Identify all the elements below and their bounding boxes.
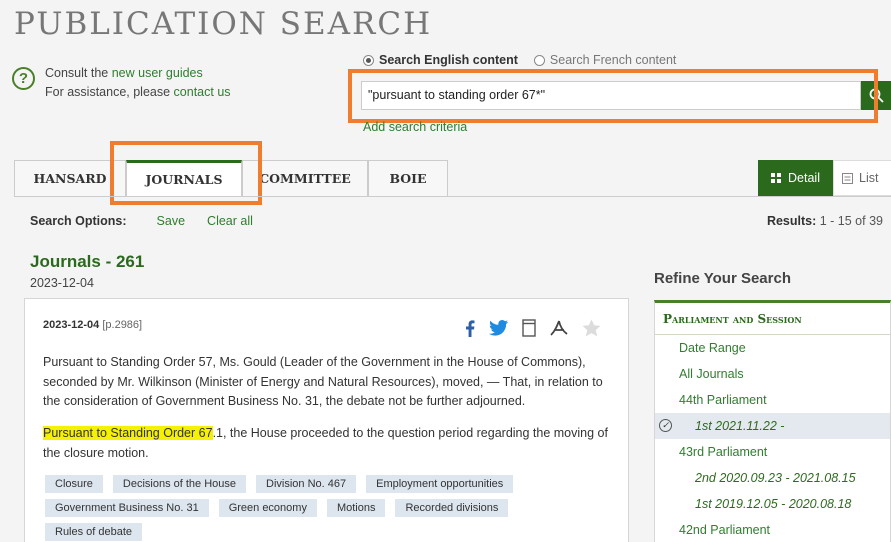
save-search-link[interactable]: Save [157,214,186,228]
facebook-icon[interactable] [465,319,475,337]
bookmark-icon[interactable] [522,319,536,337]
facet-header[interactable]: Parliament and Session [655,303,890,335]
tag-motions[interactable]: Motions [326,499,386,517]
tag-division-no-467[interactable]: Division No. 467 [256,475,357,493]
clear-all-link[interactable]: Clear all [207,214,253,228]
facet-title: Parliament and Session [663,311,802,326]
facet-42nd-parliament[interactable]: 42nd Parliament [655,517,890,542]
tag-closure[interactable]: Closure [45,475,103,493]
result-card: 2023-12-04 [p.2986] Pursuant to Standing… [24,298,629,542]
search-english-radio[interactable]: Search English content [363,53,518,67]
radio-unselected-icon [533,54,545,66]
help-text: Consult the new user guides For assistan… [45,64,231,102]
tag-government-business-no-31[interactable]: Government Business No. 31 [45,499,209,517]
pdf-icon[interactable] [550,320,568,337]
list-view-button[interactable]: List [833,160,891,196]
facet-43-1st-session[interactable]: 1st 2019.12.05 - 2020.08.18 [655,491,890,517]
detail-view-label: Detail [788,171,820,185]
search-english-label: Search English content [379,53,518,67]
list-icon [842,172,853,184]
results-label: Results: [766,214,817,228]
user-guides-link[interactable]: new user guides [112,66,203,80]
contact-us-link[interactable]: contact us [174,85,231,99]
search-french-radio[interactable]: Search French content [533,53,677,67]
add-search-criteria-link[interactable]: Add search criteria [363,120,467,134]
tag-green-economy[interactable]: Green economy [218,499,317,517]
tag-rules-of-debate[interactable]: Rules of debate [45,523,143,541]
check-circle-icon: ✓ [659,419,672,432]
refine-search-title: Refine Your Search [654,270,791,287]
facet-44th-parliament[interactable]: 44th Parliament [655,387,890,413]
search-options-bar: Search Options: Save Clear all [30,214,275,228]
facet-43rd-parliament[interactable]: 43rd Parliament [655,439,890,465]
facet-date-range[interactable]: Date Range [655,335,890,361]
parliament-session-facet: Parliament and Session Date Range All Jo… [654,300,891,542]
twitter-icon[interactable] [489,320,508,336]
card-actions [465,319,615,337]
list-view-label: List [859,171,879,185]
facet-all-journals[interactable]: All Journals [655,361,890,387]
detail-view-button[interactable]: Detail [758,160,833,196]
tag-employment-opportunities[interactable]: Employment opportunities [366,475,514,493]
tag-recorded-divisions[interactable]: Recorded divisions [395,499,509,517]
highlighted-match: Pursuant to Standing Order 67 [43,426,213,440]
search-highlight-box [348,69,878,123]
help-line2-text: For assistance, please [45,85,174,99]
facet-44-1st-session[interactable]: ✓ 1st 2021.11.22 - [655,413,890,439]
tab-boie[interactable]: BOIE [368,160,448,196]
page-title: PUBLICATION SEARCH [14,6,433,42]
search-options-label: Search Options: [30,214,127,228]
result-date: 2023-12-04 [30,276,94,290]
help-line1-text: Consult the [45,66,112,80]
search-french-label: Search French content [549,53,677,67]
tab-divider [14,196,891,197]
subject-tags: Closure Decisions of the House Division … [45,475,625,542]
help-section: ? Consult the new user guides For assist… [12,64,231,102]
results-range: 1 - 15 of 39 [819,214,883,228]
star-icon[interactable] [582,319,601,337]
results-count: Results: 1 - 15 of 39 [767,214,883,228]
result-heading[interactable]: Journals - 261 [30,252,144,272]
facet-43-2nd-session[interactable]: 2nd 2020.09.23 - 2021.08.15 [655,465,890,491]
facet-44-1st-label: 1st 2021.11.22 - [695,419,785,433]
language-options: Search English content Search French con… [363,53,692,67]
radio-selected-icon [363,54,374,66]
view-toggle: Detail List [758,160,891,196]
help-icon: ? [12,67,35,90]
card-page-ref[interactable]: [p.2986] [102,319,142,331]
card-date-value: 2023-12-04 [43,319,100,331]
result-paragraph-2: Pursuant to Standing Order 67.1, the Hou… [43,424,613,463]
result-paragraph-1: Pursuant to Standing Order 57, Ms. Gould… [43,355,603,408]
grid-icon [771,172,782,183]
tag-decisions-of-the-house[interactable]: Decisions of the House [112,475,247,493]
card-date: 2023-12-04 [p.2986] [43,319,142,331]
